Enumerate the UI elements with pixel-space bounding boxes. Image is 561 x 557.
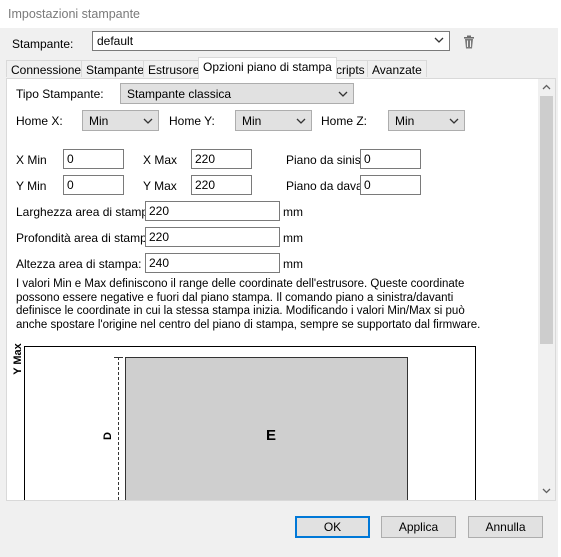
title-bar: Impostazioni stampante <box>0 0 561 28</box>
height-value: 240 <box>149 256 170 270</box>
cancel-button[interactable]: Annulla <box>468 516 543 538</box>
home-x-label: Home X: <box>16 114 63 128</box>
home-z-select[interactable]: Min <box>388 110 465 131</box>
home-x-select[interactable]: Min <box>82 110 159 131</box>
home-z-value: Min <box>395 114 415 128</box>
window-title: Impostazioni stampante <box>8 7 141 21</box>
depth-label: Profondità area di stampa: <box>16 231 157 245</box>
y-max-value: 220 <box>195 178 216 192</box>
chevron-down-icon <box>338 91 348 97</box>
chevron-down-icon <box>296 118 306 124</box>
chevron-down-icon[interactable] <box>541 486 552 495</box>
depth-field[interactable]: 220 <box>145 227 280 247</box>
x-min-field[interactable]: 0 <box>63 149 124 169</box>
bed-left-value: 0 <box>364 152 371 166</box>
home-z-label: Home Z: <box>321 114 368 128</box>
printer-select-value: default <box>97 34 134 48</box>
y-axis-label: Y Max <box>11 343 24 375</box>
chevron-down-icon <box>143 118 153 124</box>
printer-select[interactable]: default <box>92 31 450 51</box>
x-min-label: X Min <box>16 153 47 167</box>
printer-type-value: Stampante classica <box>127 87 232 101</box>
x-max-label: X Max <box>143 153 178 167</box>
height-label: Altezza area di stampa: <box>16 257 142 271</box>
depth-value: 220 <box>149 230 170 244</box>
tab-stampante[interactable]: Stampante <box>81 60 150 77</box>
printer-type-label: Tipo Stampante: <box>16 87 104 101</box>
ok-button[interactable]: OK <box>295 516 370 538</box>
chevron-up-icon[interactable] <box>541 83 552 92</box>
bed-front-value: 0 <box>364 178 371 192</box>
depth-unit: mm <box>283 231 303 245</box>
home-x-value: Min <box>89 114 109 128</box>
width-value: 220 <box>149 204 170 218</box>
dimension-label: D <box>101 432 114 440</box>
trash-icon[interactable] <box>463 35 475 49</box>
y-max-label: Y Max <box>143 179 177 193</box>
tab-opzioni-piano-di-stampa[interactable]: Opzioni piano di stampa <box>198 57 337 79</box>
x-max-field[interactable]: 220 <box>191 149 252 169</box>
y-max-field[interactable]: 220 <box>191 175 252 195</box>
home-y-label: Home Y: <box>169 114 215 128</box>
bed-front-field[interactable]: 0 <box>360 175 421 195</box>
width-unit: mm <box>283 205 303 219</box>
tab-connessione[interactable]: Connessione <box>6 60 87 77</box>
width-field[interactable]: 220 <box>145 201 280 221</box>
chevron-down-icon <box>434 37 444 43</box>
x-max-value: 220 <box>195 152 216 166</box>
y-min-label: Y Min <box>16 179 47 193</box>
height-unit: mm <box>283 257 303 271</box>
width-label: Larghezza area di stampa: <box>16 205 159 219</box>
x-min-value: 0 <box>67 152 74 166</box>
chevron-down-icon <box>449 118 459 124</box>
home-y-select[interactable]: Min <box>235 110 312 131</box>
y-min-field[interactable]: 0 <box>63 175 124 195</box>
dimension-tick <box>114 357 123 358</box>
height-field[interactable]: 240 <box>145 253 280 273</box>
printer-type-select[interactable]: Stampante classica <box>120 83 354 104</box>
printer-label: Stampante: <box>12 37 74 51</box>
dimension-line <box>118 357 120 500</box>
scrollbar-thumb[interactable] <box>540 96 553 344</box>
y-min-value: 0 <box>67 178 74 192</box>
tab-estrusore[interactable]: Estrusore <box>143 60 205 77</box>
tab-avanzate[interactable]: Avanzate <box>367 60 427 77</box>
bed-left-field[interactable]: 0 <box>360 149 421 169</box>
home-y-value: Min <box>242 114 262 128</box>
description-text: I valori Min e Max definiscono il range … <box>16 278 481 331</box>
extruder-label: E <box>266 427 277 444</box>
apply-button[interactable]: Applica <box>381 516 456 538</box>
